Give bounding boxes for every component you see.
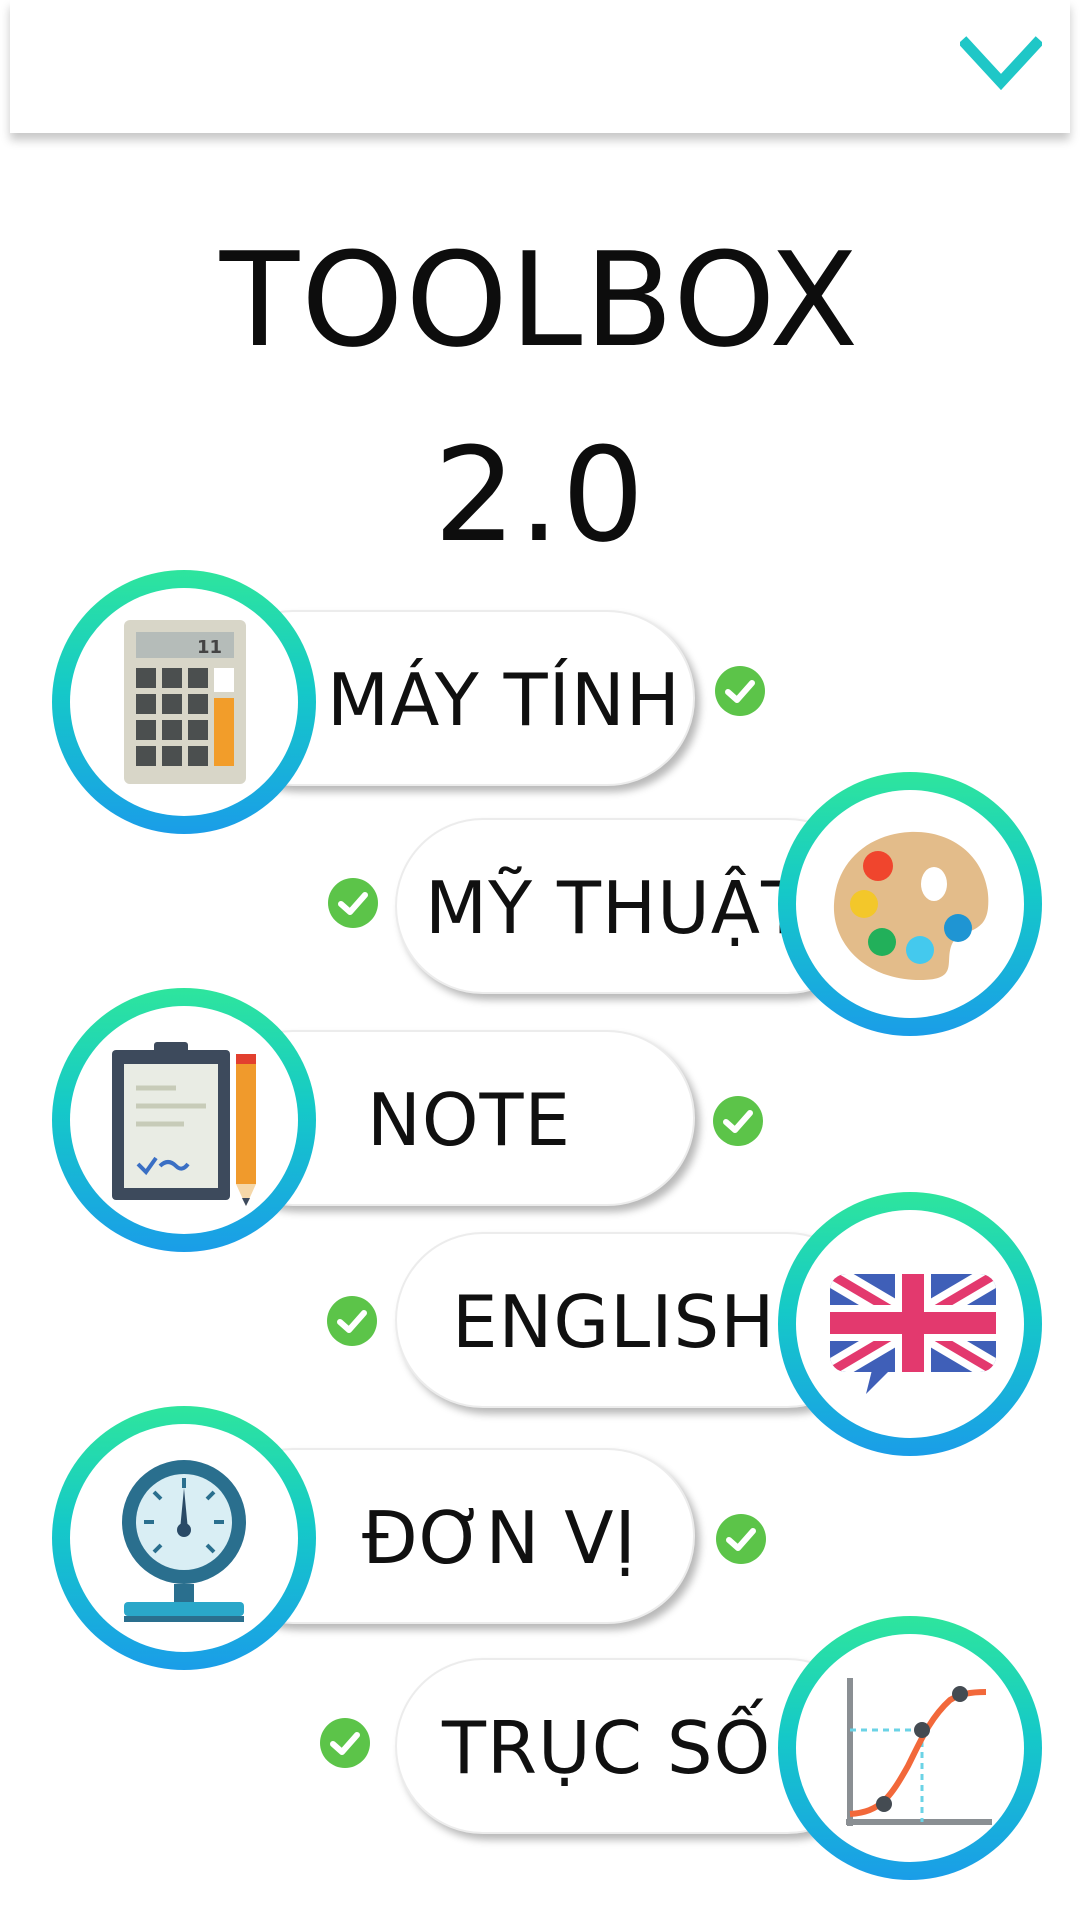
tool-label: NOTE bbox=[367, 1078, 572, 1162]
check-circle-icon bbox=[320, 1718, 370, 1768]
tool-label: MỸ THUẬT bbox=[425, 866, 807, 950]
top-bar bbox=[10, 0, 1070, 133]
tool-number-line-badge[interactable] bbox=[778, 1616, 1042, 1880]
tool-label: ENGLISH bbox=[452, 1280, 776, 1364]
app-screen: TOOLBOX 2.0 MÁY TÍNH 11 MỸ THUẬT NOTE EN… bbox=[0, 0, 1080, 1920]
svg-text:11: 11 bbox=[197, 637, 222, 658]
tool-english-badge[interactable] bbox=[778, 1192, 1042, 1456]
tool-label: TRỤC SỐ bbox=[442, 1706, 772, 1790]
app-title: TOOLBOX bbox=[219, 224, 861, 376]
tool-art-badge[interactable] bbox=[778, 772, 1042, 1036]
tool-note-badge[interactable] bbox=[52, 988, 316, 1252]
tool-label: MÁY TÍNH bbox=[327, 658, 681, 742]
chevron-down-icon[interactable] bbox=[960, 34, 1042, 96]
tool-units-badge[interactable] bbox=[52, 1406, 316, 1670]
uk-flag-icon bbox=[830, 1274, 996, 1394]
calculator-icon: 11 bbox=[124, 620, 246, 784]
check-circle-icon bbox=[716, 1514, 766, 1564]
number-line-chart-icon bbox=[846, 1678, 992, 1826]
pressure-gauge-icon bbox=[122, 1460, 246, 1622]
tool-label: ĐƠN VỊ bbox=[362, 1496, 637, 1580]
tool-calculator-badge[interactable]: 11 bbox=[52, 570, 316, 834]
clipboard-icon bbox=[112, 1042, 256, 1206]
check-circle-icon bbox=[715, 666, 765, 716]
app-version: 2.0 bbox=[433, 419, 647, 571]
palette-icon bbox=[833, 831, 989, 980]
check-circle-icon bbox=[713, 1096, 763, 1146]
check-circle-icon bbox=[328, 878, 378, 928]
check-circle-icon bbox=[327, 1296, 377, 1346]
